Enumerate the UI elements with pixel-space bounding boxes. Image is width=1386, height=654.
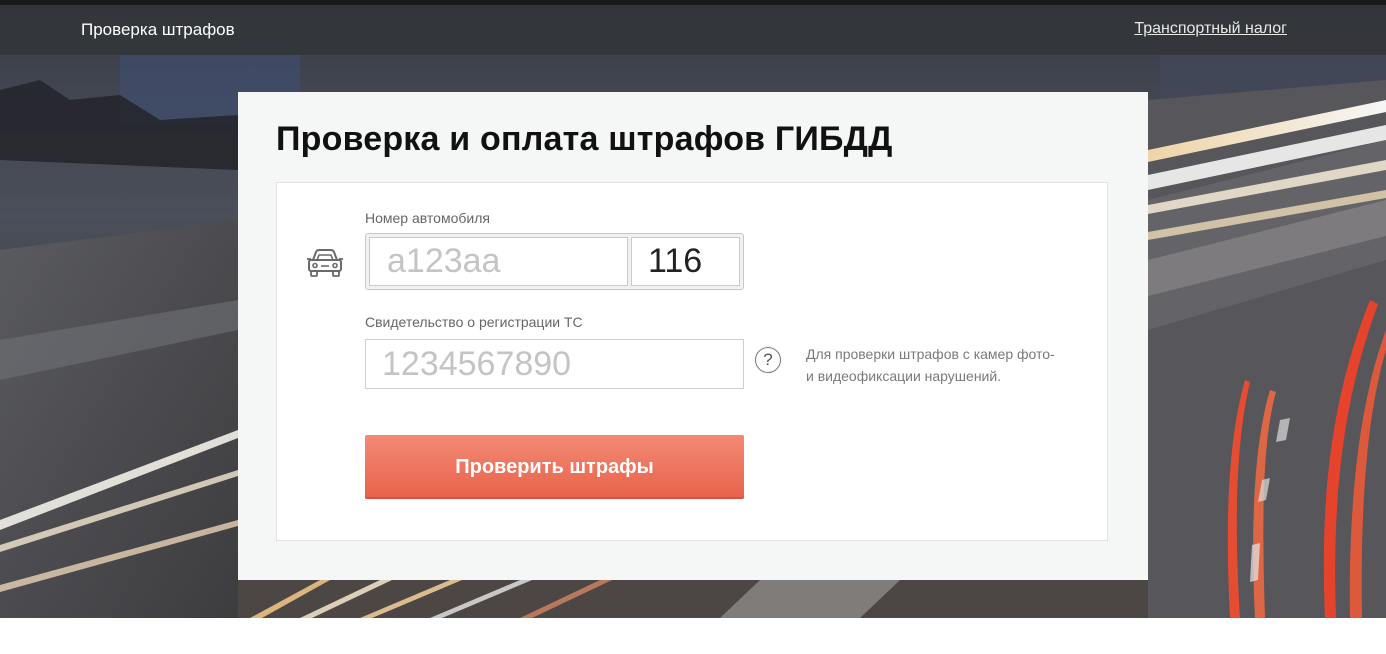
plate-number-input[interactable]	[369, 237, 628, 286]
page: Проверка штрафов Транспортный налог Пров…	[0, 0, 1386, 654]
fines-check-form: Номер автомобиля Свидетельство о регистр…	[276, 182, 1108, 541]
vehicle-registration-label: Свидетельство о регистрации ТС	[365, 314, 583, 330]
brand-link[interactable]: Проверка штрафов	[81, 20, 235, 40]
check-fines-button[interactable]: Проверить штрафы	[365, 435, 744, 499]
fines-check-panel: Проверка и оплата штрафов ГИБДД Номер ав…	[238, 92, 1148, 580]
car-icon	[307, 249, 343, 277]
plate-number-group	[365, 233, 744, 290]
vehicle-registration-input[interactable]	[365, 339, 744, 389]
registration-help-text: Для проверки штрафов с камер фото- и вид…	[806, 343, 1081, 387]
help-text-line: и видеофиксации нарушений.	[806, 368, 1002, 384]
help-text-line: Для проверки штрафов с камер фото-	[806, 346, 1055, 362]
region-code-input[interactable]	[631, 237, 740, 286]
transport-tax-link[interactable]: Транспортный налог	[1134, 20, 1287, 38]
plate-number-label: Номер автомобиля	[365, 210, 490, 226]
page-title: Проверка и оплата штрафов ГИБДД	[276, 120, 893, 158]
question-mark-icon[interactable]: ?	[755, 347, 781, 373]
top-navigation-bar: Проверка штрафов Транспортный налог	[0, 5, 1386, 55]
